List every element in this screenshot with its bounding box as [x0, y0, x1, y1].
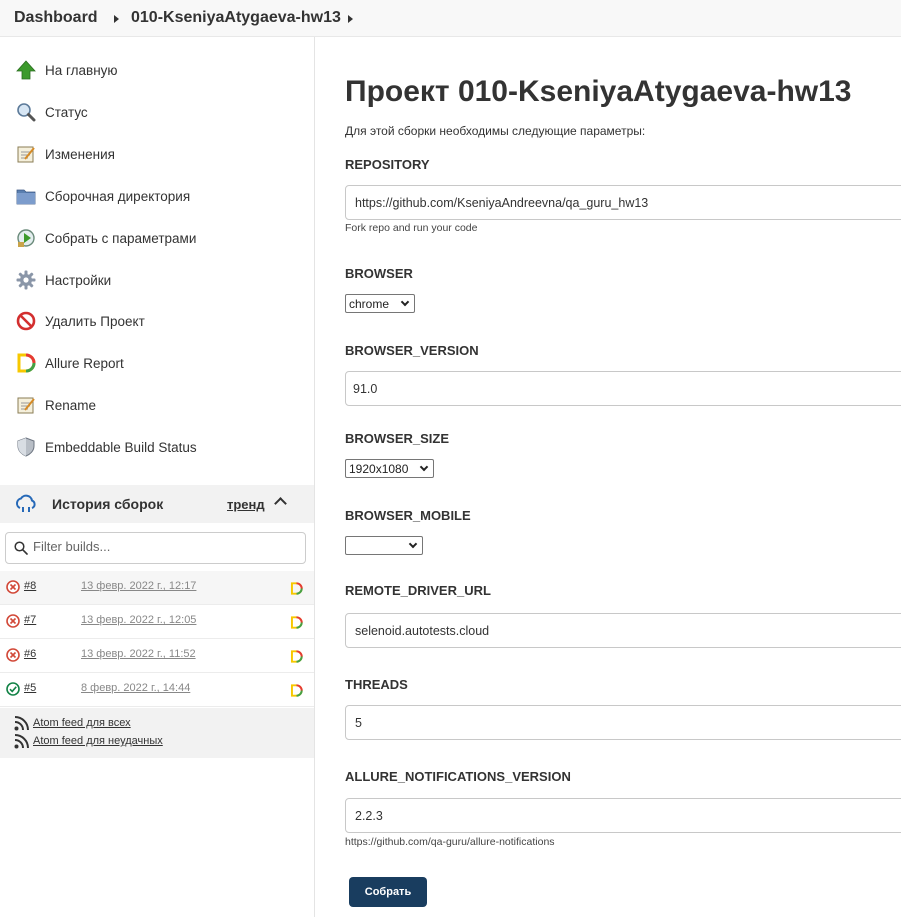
repository-input[interactable]: https://github.com/KseniyaAndreevna/qa_g… — [345, 185, 901, 220]
task-label: Allure Report — [45, 355, 124, 371]
task-label: Embeddable Build Status — [45, 439, 197, 455]
chevron-up-icon[interactable] — [274, 497, 287, 510]
folder-icon — [16, 189, 36, 205]
magnifier-icon — [17, 103, 36, 122]
task-label: Rename — [45, 397, 97, 413]
task-status[interactable]: Статус — [0, 91, 314, 133]
build-date-link[interactable]: 8 февр. 2022 г., 14:44 — [81, 682, 190, 694]
task-home[interactable]: На главную — [0, 49, 314, 91]
build-row: #5 8 февр. 2022 г., 14:44 — [0, 673, 314, 707]
notepad-icon — [17, 146, 35, 163]
failed-status-icon — [6, 580, 20, 594]
task-delete-project[interactable]: Удалить Проект — [0, 300, 314, 342]
param-label-remote-driver-url: REMOTE_DRIVER_URL — [345, 583, 491, 598]
param-label-allure-notifications-version: ALLURE_NOTIFICATIONS_VERSION — [345, 769, 571, 784]
side-panel: На главную Статус Изменения Сборочная ди… — [0, 37, 315, 917]
task-rename[interactable]: Rename — [0, 384, 314, 426]
task-allure-report[interactable]: Allure Report — [0, 342, 314, 384]
build-clock-icon — [17, 229, 35, 247]
browser-select-value: chrome — [349, 296, 390, 311]
build-history-title: История сборок — [52, 496, 164, 512]
task-label: Статус — [45, 104, 88, 120]
task-label: Собрать с параметрами — [45, 230, 197, 246]
feed-all-link[interactable]: Atom feed для всех — [33, 717, 131, 729]
shield-icon — [17, 437, 35, 457]
task-build-with-params[interactable]: Собрать с параметрами — [0, 217, 314, 259]
page-description: Для этой сборки необходимы следующие пар… — [345, 124, 646, 138]
task-embeddable-build-status[interactable]: Embeddable Build Status — [0, 426, 314, 468]
build-number-link[interactable]: #6 — [24, 648, 36, 660]
breadcrumb: Dashboard 010-KseniyaAtygaeva-hw13 — [0, 0, 901, 37]
build-row: #6 13 февр. 2022 г., 11:52 — [0, 639, 314, 673]
build-date-link[interactable]: 13 февр. 2022 г., 11:52 — [81, 648, 196, 660]
build-row: #7 13 февр. 2022 г., 12:05 — [0, 605, 314, 639]
page-title: Проект 010-KseniyaAtygaeva-hw13 — [345, 75, 852, 108]
no-entry-icon — [16, 311, 36, 331]
build-date-link[interactable]: 13 февр. 2022 г., 12:05 — [81, 614, 196, 626]
param-label-browser-version: BROWSER_VERSION — [345, 343, 479, 358]
build-number-link[interactable]: #7 — [24, 614, 36, 626]
param-label-browser-mobile: BROWSER_MOBILE — [345, 508, 471, 523]
task-label: Сборочная директория — [45, 188, 191, 204]
breadcrumb-project[interactable]: 010-KseniyaAtygaeva-hw13 — [131, 9, 341, 27]
browser-select[interactable]: chrome — [345, 294, 415, 313]
param-label-repository: REPOSITORY — [345, 157, 430, 172]
failed-status-icon — [6, 614, 20, 628]
filter-builds — [5, 532, 306, 564]
browser-size-select[interactable]: 1920x1080 — [345, 459, 434, 478]
task-changes[interactable]: Изменения — [0, 133, 314, 175]
chevron-down-icon — [419, 462, 429, 472]
build-date-link[interactable]: 13 февр. 2022 г., 12:17 — [81, 580, 196, 592]
success-status-icon — [6, 682, 20, 696]
repository-help: Fork repo and run your code — [345, 222, 478, 234]
filter-builds-input[interactable] — [33, 539, 293, 554]
build-number-link[interactable]: #8 — [24, 580, 36, 592]
task-label: Удалить Проект — [45, 313, 145, 329]
failed-status-icon — [6, 648, 20, 662]
atom-feeds: Atom feed для всех Atom feed для неудачн… — [0, 708, 314, 758]
task-workspace[interactable]: Сборочная директория — [0, 175, 314, 217]
threads-input[interactable]: 5 — [345, 705, 901, 740]
feed-failed-link[interactable]: Atom feed для неудачных — [33, 735, 163, 747]
task-label: На главную — [45, 62, 118, 78]
build-number-link[interactable]: #5 — [24, 682, 36, 694]
param-label-browser-size: BROWSER_SIZE — [345, 431, 450, 446]
trend-link[interactable]: тренд — [227, 497, 265, 512]
browser-mobile-select[interactable] — [345, 536, 423, 555]
browser-version-input[interactable]: 91.0 — [345, 371, 901, 406]
allure-notifications-help: https://github.com/qa-guru/allure-notifi… — [345, 836, 555, 848]
gear-icon — [16, 270, 36, 290]
allure-icon[interactable] — [290, 582, 303, 595]
task-label: Изменения — [45, 146, 115, 162]
notepad-icon — [17, 397, 35, 414]
allure-icon — [17, 353, 36, 373]
allure-icon[interactable] — [290, 650, 303, 663]
allure-icon[interactable] — [290, 616, 303, 629]
breadcrumb-dashboard[interactable]: Dashboard — [14, 9, 98, 27]
rss-icon — [14, 716, 29, 731]
allure-notifications-version-input[interactable]: 2.2.3 — [345, 798, 901, 833]
up-arrow-icon — [16, 60, 36, 80]
build-row: #8 13 февр. 2022 г., 12:17 — [0, 571, 314, 605]
allure-icon[interactable] — [290, 684, 303, 697]
chevron-down-icon — [400, 297, 410, 307]
rss-icon — [14, 734, 29, 749]
task-settings[interactable]: Настройки — [0, 259, 314, 301]
task-label: Настройки — [45, 272, 112, 288]
param-label-threads: THREADS — [345, 677, 408, 692]
search-icon — [14, 541, 28, 555]
remote-driver-url-input[interactable]: selenoid.autotests.cloud — [345, 613, 901, 648]
build-history-header: История сборок тренд — [0, 485, 314, 523]
cloud-icon — [15, 494, 36, 512]
chevron-down-icon — [408, 539, 418, 549]
param-label-browser: BROWSER — [345, 266, 413, 281]
build-submit-button[interactable]: Собрать — [349, 877, 427, 907]
browser-size-select-value: 1920x1080 — [349, 461, 409, 476]
breadcrumb-arrow-icon[interactable] — [348, 15, 353, 23]
breadcrumb-arrow-icon[interactable] — [114, 15, 119, 23]
